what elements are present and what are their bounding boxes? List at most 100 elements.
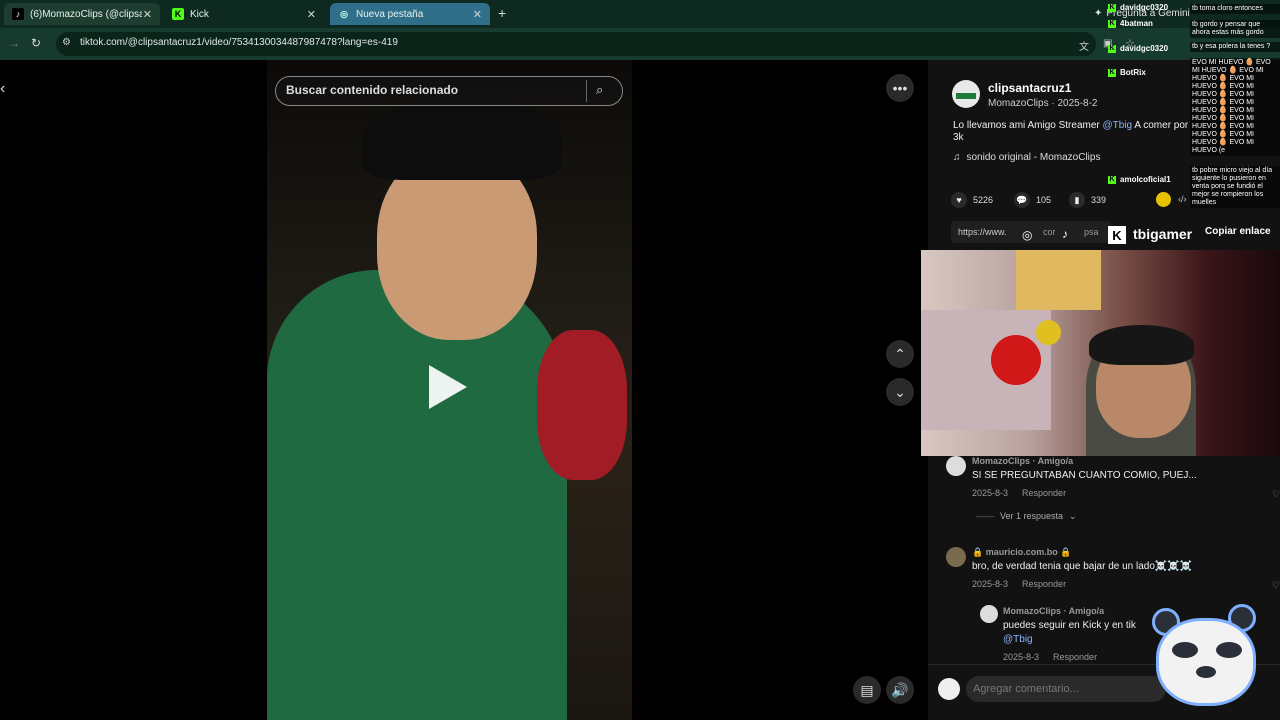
kick-badge-icon: K — [1108, 68, 1116, 77]
kick-badge-icon: K — [1108, 44, 1116, 53]
chat-user: K 4batman — [1108, 19, 1153, 28]
reply-avatar[interactable] — [980, 605, 998, 623]
chat-username: davidgc0320 — [1120, 3, 1169, 12]
close-tab-icon[interactable]: ✕ — [307, 8, 316, 21]
comment-like-icon[interactable]: ♡ — [1272, 489, 1280, 500]
link-text-mid: cor — [1043, 227, 1056, 237]
gemini-icon: ✦ — [1094, 8, 1103, 19]
reply-author[interactable]: MomazoClips · Amigo/a — [1003, 606, 1104, 616]
back-arrow-icon[interactable]: ‹ — [0, 80, 5, 98]
tab-kick[interactable]: K Kick ✕ — [164, 3, 324, 25]
author-avatar[interactable] — [952, 80, 980, 108]
reply-meta: 2025-8-3 Responder — [1003, 652, 1097, 662]
stream-channel-name: tbigamer — [1133, 226, 1193, 242]
reload-icon[interactable]: ↻ — [31, 36, 41, 50]
tiktok-icon: ♪ — [12, 8, 24, 20]
next-video-icon[interactable]: ⌄ — [886, 378, 914, 406]
forward-icon[interactable]: → — [8, 36, 20, 50]
translate-icon[interactable]: 文 — [1079, 38, 1089, 53]
url-text: tiktok.com/@clipsantacruz1/video/7534130… — [80, 37, 398, 48]
kick-badge-icon: K — [1108, 175, 1116, 184]
coin-icon[interactable] — [1156, 192, 1171, 207]
tab-title: (6)MomazoClips (@clipsantacr — [30, 8, 142, 20]
comment-author[interactable]: MomazoClips · Amigo/a — [972, 456, 1073, 466]
chat-overlay: tb toma cloro entonces tb gordo y pensar… — [1190, 4, 1280, 208]
cam-balloons — [991, 335, 1041, 385]
comment-button[interactable]: 💬 105 — [1014, 192, 1051, 208]
reply-text: puedes seguir en Kick y en tik — [1003, 620, 1136, 631]
kick-badge-icon: K — [1108, 19, 1116, 28]
play-icon[interactable] — [429, 365, 467, 409]
comment-text: bro, de verdad tenia que bajar de un lad… — [972, 561, 1193, 572]
reply-button[interactable]: Responder — [1022, 488, 1066, 498]
comment-count: 105 — [1036, 195, 1052, 205]
related-search-placeholder: Buscar contenido relacionado — [286, 83, 459, 97]
volume-icon[interactable]: 🔊 — [886, 676, 914, 704]
close-tab-icon[interactable]: ✕ — [143, 8, 152, 21]
chat-message: tb pobre micro viejo al día siguiente lo… — [1190, 166, 1280, 208]
comment-meta: 2025-8-3 Responder — [972, 579, 1066, 589]
globe-icon: ◎ — [340, 8, 348, 19]
sound-link[interactable]: ♫ sonido original - MomazoClips — [953, 152, 1100, 163]
comment-like-icon[interactable]: ♡ — [1272, 580, 1280, 591]
copy-link-button[interactable]: Copiar enlace — [1205, 226, 1271, 237]
post-caption: Lo llevamos ami Amigo Streamer @Tbig A c… — [953, 120, 1193, 144]
panda-eye-right — [1216, 642, 1242, 658]
link-text-end: psa — [1084, 227, 1099, 237]
panda-face — [1156, 618, 1256, 706]
chat-user: Kdavidgc0320 — [1108, 44, 1168, 53]
view-replies-button[interactable]: —— Ver 1 respuesta ⌄ — [976, 511, 1077, 522]
video-figure-cap — [362, 100, 562, 180]
my-avatar — [938, 678, 960, 700]
site-info-icon[interactable]: ⚙ — [62, 37, 71, 48]
comment-text: SI SE PREGUNTABAN CUANTO COMIO, PUEJ... — [972, 470, 1197, 481]
cam-streamer-hair — [1089, 325, 1194, 365]
search-icon[interactable]: ⌕ — [596, 82, 603, 98]
more-options-icon[interactable]: ••• — [886, 74, 914, 102]
author-username[interactable]: clipsantacruz1 — [988, 81, 1071, 95]
caption-text: Lo llevamos ami Amigo Streamer — [953, 120, 1103, 131]
browser-tab-bar: ♪ (6)MomazoClips (@clipsantacr ✕ K Kick … — [0, 0, 1280, 28]
bookmark-icon: ▮ — [1069, 192, 1085, 208]
comment-meta: 2025-8-3 Responder — [972, 488, 1066, 498]
video-player[interactable] — [267, 60, 632, 720]
tab-tiktok[interactable]: ♪ (6)MomazoClips (@clipsantacr ✕ — [4, 3, 160, 25]
reply-button[interactable]: Responder — [1022, 579, 1066, 589]
save-count: 339 — [1091, 195, 1107, 205]
like-button[interactable]: ♥ 5226 — [951, 192, 993, 208]
comment-author[interactable]: 🔒 mauricio.com.bo 🔒 — [972, 547, 1071, 558]
kick-logo-icon: K — [1108, 226, 1126, 244]
chat-username: BotRix — [1120, 68, 1146, 77]
previous-video-icon[interactable]: ⌃ — [886, 340, 914, 368]
search-divider — [586, 80, 587, 102]
comment-icon: 💬 — [1014, 192, 1030, 208]
sound-label: sonido original - MomazoClips — [966, 152, 1101, 163]
comment-avatar[interactable] — [946, 547, 966, 567]
pip-icon[interactable]: ▤ — [853, 676, 881, 704]
chevron-down-icon: ⌄ — [1069, 511, 1077, 521]
tab-title: Nueva pestaña — [356, 8, 424, 20]
comment-avatar[interactable] — [946, 456, 966, 476]
video-background-person — [537, 330, 627, 480]
embed-icon[interactable]: ‹/› — [1178, 194, 1187, 204]
panda-eye-left — [1172, 642, 1198, 658]
caption-mention[interactable]: @Tbig — [1103, 120, 1133, 131]
close-tab-icon[interactable]: ✕ — [473, 8, 482, 21]
reply-mention[interactable]: @Tbig — [1003, 634, 1033, 645]
reply-date: 2025-8-3 — [1003, 652, 1040, 662]
chat-user: K BotRix — [1108, 68, 1146, 77]
chat-username: davidgc0320 — [1120, 44, 1169, 53]
music-note-icon: ♫ — [953, 152, 961, 163]
chat-user: Kamolcoficial1 — [1108, 175, 1171, 184]
tab-new[interactable]: ◎ Nueva pestaña ✕ — [330, 3, 490, 25]
webcam-overlay — [921, 250, 1280, 456]
chat-username: 4batman — [1120, 19, 1153, 28]
tiktok-logo-icon: ♪ — [1062, 227, 1068, 241]
tab-title: Kick — [190, 8, 209, 20]
reply-button[interactable]: Responder — [1053, 652, 1097, 662]
save-button[interactable]: ▮ 339 — [1069, 192, 1106, 208]
author-display: MomazoClips · 2025-8-2 — [988, 98, 1098, 109]
new-tab-icon[interactable]: + — [498, 5, 506, 21]
cam-window-blinds — [1016, 250, 1101, 310]
chat-message: tb toma cloro entonces — [1190, 4, 1280, 14]
